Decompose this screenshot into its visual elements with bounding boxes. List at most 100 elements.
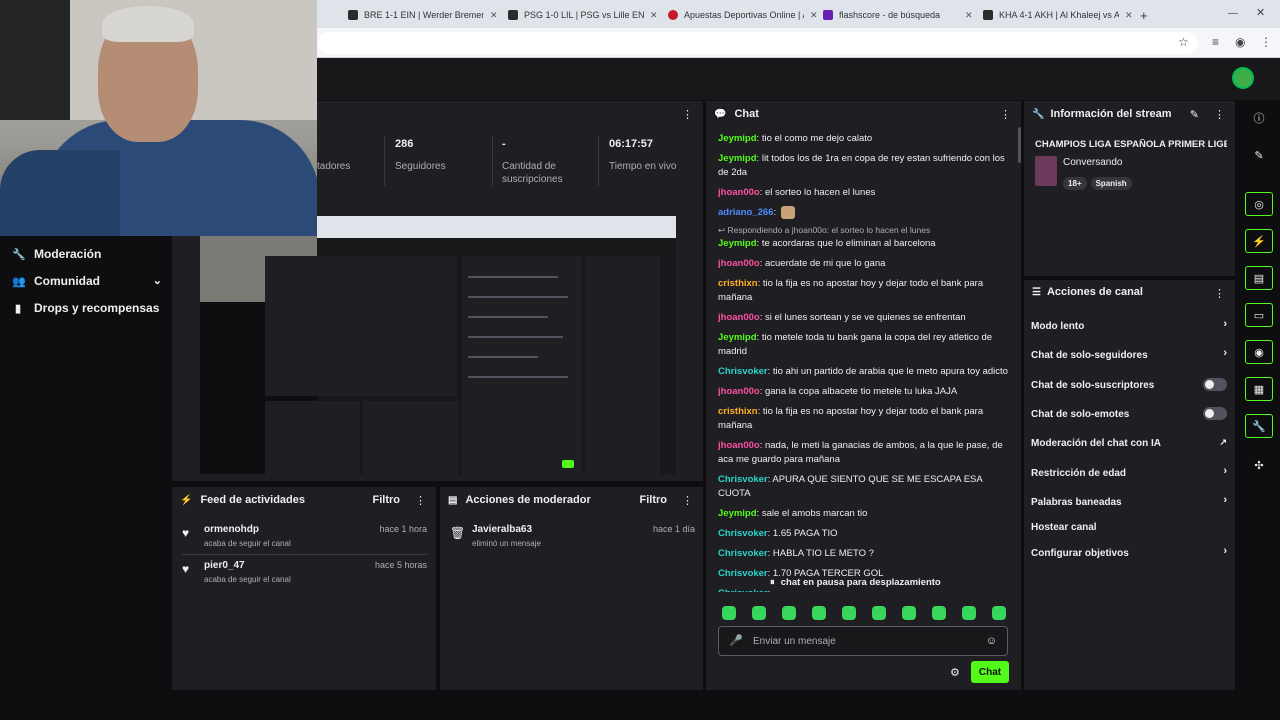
stream-video[interactable] — [200, 216, 676, 474]
chat-message[interactable]: Chrisvoker: HABLA TIO LE METO ? — [718, 547, 1013, 561]
chat-message[interactable]: jhoan00o: el sorteo lo hacen el lunes — [718, 186, 1013, 200]
chat-username[interactable]: cristhixn — [718, 278, 758, 289]
more-options-icon[interactable]: ⋮ — [415, 494, 426, 507]
action-configure-goals[interactable]: Configurar objetivos › — [1031, 543, 1227, 563]
chat-username[interactable]: jhoan00o — [718, 440, 760, 451]
add-widget-icon[interactable]: ✣ — [1245, 453, 1273, 477]
emote-icon[interactable] — [782, 606, 796, 620]
more-options-icon[interactable]: ⋮ — [1000, 108, 1011, 121]
action-host-channel[interactable]: Hostear canal — [1031, 517, 1227, 537]
wrench-icon[interactable]: 🔧 — [1245, 414, 1273, 438]
chat-message[interactable]: Jeymipd: tio metele toda tu bank gana la… — [718, 331, 1013, 359]
chat-message[interactable]: adriano_266: — [718, 206, 1013, 220]
close-icon[interactable]: ✕ — [490, 10, 498, 21]
filter-button[interactable]: Filtro — [373, 494, 401, 506]
close-icon[interactable]: ✕ — [965, 10, 973, 21]
chat-message[interactable]: Chrisvoker: APURA QUE SIENTO QUE SE ME E… — [718, 473, 1013, 501]
nav-item-moderacion[interactable]: 🔧 Moderación — [12, 247, 101, 261]
chat-username[interactable]: cristhixn — [718, 406, 758, 417]
feed-user[interactable]: pier0_47 — [204, 560, 245, 571]
chat-username[interactable]: Jeymipd — [718, 238, 757, 249]
action-emotes-only[interactable]: Chat de solo-emotes — [1031, 404, 1227, 424]
emote-icon[interactable] — [722, 606, 736, 620]
chat-send-button[interactable]: Chat — [971, 661, 1009, 683]
menu-dots-icon[interactable]: ⋮ — [1260, 35, 1272, 49]
action-subscribers-only[interactable]: Chat de solo-suscriptores — [1031, 375, 1227, 395]
more-options-icon[interactable]: ⋮ — [1214, 287, 1225, 300]
media-icon[interactable]: ≡ — [1212, 35, 1219, 49]
broadcast-icon[interactable]: ◉ — [1245, 340, 1273, 364]
camera-icon[interactable]: ◎ — [1245, 192, 1273, 216]
action-banned-words[interactable]: Palabras baneadas › — [1031, 492, 1227, 512]
new-tab-button[interactable]: + — [1132, 4, 1156, 26]
edit-pencil-icon[interactable]: ✎ — [1190, 108, 1199, 121]
browser-tab[interactable]: Apuestas Deportivas Online | A ✕ — [660, 4, 826, 26]
url-field[interactable] — [318, 32, 1198, 54]
chat-paused-banner[interactable]: ⏸ chat en pausa para desplazamiento — [770, 573, 960, 591]
emoji-picker-icon[interactable]: ☺ — [986, 635, 997, 647]
chat-message-input[interactable]: 🎤 Enviar un mensaje ☺ — [718, 626, 1008, 656]
chat-username[interactable]: jhoan00o — [718, 386, 760, 397]
emote-icon[interactable] — [872, 606, 886, 620]
chat-message[interactable]: jhoan00o: acuerdate de mi que lo gana — [718, 257, 1013, 271]
chat-scrollbar[interactable] — [1018, 127, 1021, 163]
microphone-icon[interactable]: 🎤 — [729, 634, 743, 647]
browser-tab[interactable]: KHA 4-1 AKH | Al Khaleej vs Al ✕ — [975, 4, 1141, 26]
chat-username[interactable]: Jeymipd — [718, 332, 757, 343]
chat-message[interactable]: cristhixn: tio la fija es no apostar hoy… — [718, 277, 1013, 305]
chat-username[interactable]: Chrisvoker — [718, 548, 768, 559]
chat-username[interactable]: jhoan00o — [718, 187, 760, 198]
feed-user[interactable]: Javieralba63 — [472, 524, 532, 535]
chat-username[interactable]: Chrisvoker — [718, 474, 768, 485]
close-icon[interactable]: ✕ — [650, 10, 658, 21]
emote-icon[interactable] — [812, 606, 826, 620]
browser-tab[interactable]: flashscore - de búsqueda ✕ — [815, 4, 981, 26]
bolt-icon[interactable]: ⚡ — [1245, 229, 1273, 253]
info-icon[interactable]: ⓘ — [1245, 106, 1273, 130]
nav-item-drops[interactable]: ▮ Drops y recompensas — [12, 301, 159, 315]
toggle-switch[interactable] — [1203, 378, 1227, 391]
layout-icon[interactable]: ▦ — [1245, 377, 1273, 401]
chat-message[interactable]: Chrisvoker: 1.65 PAGA TIO — [718, 527, 1013, 541]
action-age-restriction[interactable]: Restricción de edad › — [1031, 463, 1227, 483]
toggle-switch[interactable] — [1203, 407, 1227, 420]
chat-username[interactable]: Jeymipd — [718, 508, 757, 519]
emote-icon[interactable] — [902, 606, 916, 620]
emote-icon[interactable] — [842, 606, 856, 620]
browser-tab[interactable]: BRE 1-1 EIN | Werder Bremen v ✕ — [340, 4, 506, 26]
bookmark-star-icon[interactable]: ☆ — [1178, 35, 1189, 49]
more-options-icon[interactable]: ⋮ — [1214, 108, 1225, 121]
chat-message[interactable]: Jeymipd: sale el amobs marcan tio — [718, 507, 1013, 521]
user-avatar[interactable] — [1232, 67, 1254, 89]
chat-username[interactable]: Jeymipd — [718, 133, 757, 144]
chat-bubble-icon[interactable]: ▭ — [1245, 303, 1273, 327]
action-ai-moderation[interactable]: Moderación del chat con IA ↗ — [1031, 433, 1227, 453]
minimize-icon[interactable]: — — [1228, 8, 1238, 19]
action-followers-only[interactable]: Chat de solo-seguidores › — [1031, 345, 1227, 365]
chat-message[interactable]: cristhixn: tio la fija es no apostar hoy… — [718, 405, 1013, 433]
document-icon[interactable]: ▤ — [1245, 266, 1273, 290]
nav-item-comunidad[interactable]: 👥 Comunidad ⌄ — [12, 274, 162, 288]
chat-username[interactable]: jhoan00o — [718, 258, 760, 269]
feed-user[interactable]: ormenohdp — [204, 524, 259, 535]
more-options-icon[interactable]: ⋮ — [682, 494, 693, 507]
action-slow-mode[interactable]: Modo lento › — [1031, 316, 1227, 336]
chat-message[interactable]: jhoan00o: si el lunes sortean y se ve qu… — [718, 311, 1013, 325]
emote-icon[interactable] — [962, 606, 976, 620]
chat-username[interactable]: Jeymipd — [718, 153, 757, 164]
chat-username[interactable]: Chrisvoker — [718, 568, 768, 579]
chat-username[interactable]: Chrisvoker — [718, 366, 768, 377]
chat-message[interactable]: jhoan00o: gana la copa albacete tio mete… — [718, 385, 1013, 399]
filter-button[interactable]: Filtro — [640, 494, 668, 506]
chat-message[interactable]: Jeymipd: lit todos los de 1ra en copa de… — [718, 152, 1013, 180]
emote-icon[interactable] — [992, 606, 1006, 620]
emote-icon[interactable] — [752, 606, 766, 620]
chat-message[interactable]: Chrisvoker: tio ahi un partido de arabia… — [718, 365, 1013, 379]
chat-message[interactable]: Jeymipd: tio el como me dejo calato — [718, 132, 1013, 146]
settings-gear-icon[interactable]: ⚙ — [950, 666, 960, 679]
chat-username[interactable]: Chrisvoker — [718, 528, 768, 539]
chat-message[interactable]: Jeymipd: te acordaras que lo eliminan al… — [718, 237, 1013, 251]
chat-username[interactable]: Chrisvoker — [718, 588, 768, 592]
chat-message[interactable]: jhoan00o: nada, le meti la ganacias de a… — [718, 439, 1013, 467]
browser-tab[interactable]: PSG 1-0 LIL | PSG vs Lille EN VI ✕ — [500, 4, 666, 26]
